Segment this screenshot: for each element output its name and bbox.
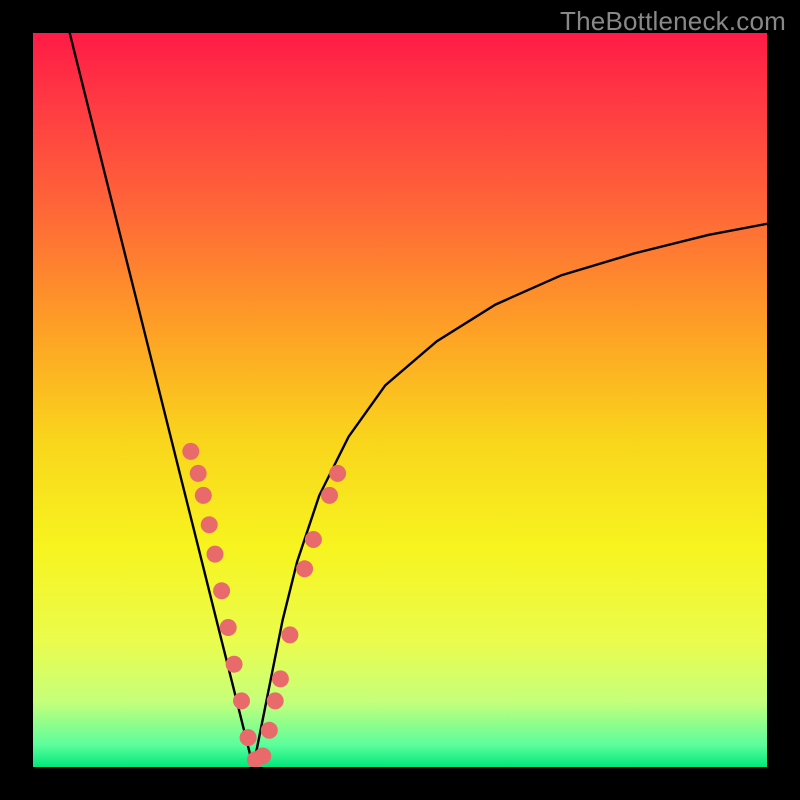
plot-area — [33, 33, 767, 767]
watermark-text: TheBottleneck.com — [560, 6, 786, 37]
gradient-background — [33, 33, 767, 767]
